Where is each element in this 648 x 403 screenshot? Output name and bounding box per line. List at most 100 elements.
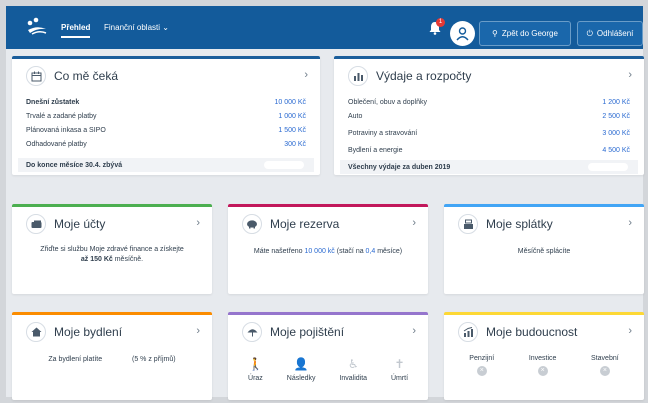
- card-title: Moje bydlení: [54, 325, 123, 339]
- summary-value-placeholder: [264, 161, 304, 169]
- chevron-right-icon[interactable]: ›: [304, 69, 308, 81]
- card-moje-splatky[interactable]: Moje splátky › Měsíčně splácíte: [444, 204, 644, 294]
- item-label: Stavební: [591, 355, 619, 362]
- item-label: Investice: [528, 355, 557, 362]
- row-label: Dnešní zůstatek: [26, 99, 80, 106]
- calendar-icon: [26, 66, 46, 86]
- card-description: Měsíčně splácíte: [517, 248, 571, 255]
- list-item: Plánovaná inkasa a SIPO 1 500 Kč: [26, 127, 306, 139]
- person-falling-icon: 🚶: [247, 357, 263, 371]
- piggy-bank-icon: [242, 214, 262, 234]
- notification-badge: 1: [436, 18, 445, 27]
- card-vydaje-a-rozpocty[interactable]: Výdaje a rozpočty › Oblečení, obuv a dop…: [334, 56, 644, 175]
- card-moje-budoucnost[interactable]: Moje budoucnost › Penzijní × Investice × S…: [444, 312, 644, 400]
- back-to-george-label: Zpět do George: [501, 29, 558, 38]
- avatar[interactable]: [450, 21, 475, 46]
- summary-value-placeholder: [588, 163, 628, 171]
- saved-amount: 10 000 kč: [304, 248, 335, 255]
- summary-label: Všechny výdaje za duben 2019: [348, 163, 451, 171]
- chevron-right-icon[interactable]: ›: [196, 217, 200, 229]
- saved-label: Máte našetřeno: [253, 248, 305, 255]
- wallet-card-icon: [26, 214, 46, 234]
- chevron-down-icon: ⌄: [162, 23, 169, 32]
- george-logo-icon[interactable]: [26, 17, 48, 37]
- row-label: Potraviny a stravování: [348, 130, 418, 137]
- row-value: 1 000 Kč: [278, 113, 306, 120]
- row-value: 2 500 Kč: [602, 113, 630, 120]
- chevron-right-icon[interactable]: ›: [628, 69, 632, 81]
- nav-financni-oblasti[interactable]: Finanční oblasti ⌄: [104, 23, 169, 32]
- chevron-right-icon[interactable]: ›: [196, 325, 200, 337]
- chevron-right-icon[interactable]: ›: [628, 325, 632, 337]
- future-item-penzijni[interactable]: Penzijní ×: [469, 355, 494, 376]
- summary-row: Všechny výdaje za duben 2019: [340, 160, 638, 174]
- card-title: Výdaje a rozpočty: [376, 69, 472, 83]
- wheelchair-icon: ♿: [347, 357, 359, 371]
- item-label: Penzijní: [469, 355, 495, 362]
- chevron-right-icon[interactable]: ›: [412, 325, 416, 337]
- summary-label: Do konce měsíce 30.4. zbývá: [26, 161, 123, 169]
- card-moje-ucty[interactable]: Moje účty › Zřiďte si službu Moje zdravé…: [12, 204, 212, 294]
- back-to-george-button[interactable]: ⚲ Zpět do George: [479, 21, 571, 46]
- item-label: Úmrtí: [390, 375, 409, 382]
- card-title: Moje účty: [54, 217, 106, 231]
- logout-label: Odhlášení: [596, 29, 634, 38]
- close-icon: ×: [537, 366, 548, 376]
- row-value: 300 Kč: [284, 141, 306, 148]
- future-item-investice[interactable]: Investice ×: [528, 355, 557, 376]
- future-item-stavebni[interactable]: Stavební ×: [591, 355, 619, 376]
- chevron-right-icon[interactable]: ›: [412, 217, 416, 229]
- card-co-me-ceka[interactable]: Co mě čeká › Dnešní zůstatek 10 000 Kč Tr…: [12, 56, 320, 175]
- description-line-1: Zřiďte si službu Moje zdravé finance a z…: [40, 246, 184, 253]
- location-pin-icon: ⚲: [492, 29, 498, 38]
- card-moje-rezerva[interactable]: Moje rezerva › Máte našetřeno 10 000 kč …: [228, 204, 428, 294]
- card-moje-pojisteni[interactable]: Moje pojištění › 🚶 Úraz 👤 Následky ♿ Invali…: [228, 312, 428, 400]
- bar-chart-icon: [348, 66, 368, 86]
- list-item: Oblečení, obuv a doplňky 1 200 Kč: [348, 99, 630, 111]
- logout-button[interactable]: ⏻ Odhlášení: [577, 21, 643, 46]
- housing-percent: (5 % z příjmů): [132, 356, 176, 363]
- insurance-item-uraz[interactable]: 🚶 Úraz: [248, 357, 263, 382]
- close-icon: ×: [599, 366, 610, 376]
- card-description: Máte našetřeno 10 000 kč (stačí na 0,4 m…: [236, 247, 420, 257]
- row-label: Trvalé a zadané platby: [26, 113, 97, 120]
- row-value: 10 000 Kč: [274, 99, 306, 106]
- item-label: Následky: [286, 375, 316, 382]
- housing-label: Za bydlení platíte: [48, 356, 103, 363]
- summary-row: Do konce měsíce 30.4. zbývá: [18, 158, 314, 172]
- card-description: Za bydlení platíte (5 % z příjmů): [20, 355, 204, 365]
- top-navigation-bar: Přehled Finanční oblasti ⌄ 1 ⚲ Zpět do G…: [6, 6, 643, 49]
- insurance-item-invalidita[interactable]: ♿ Invalidita: [339, 357, 367, 382]
- insurance-items: 🚶 Úraz 👤 Následky ♿ Invalidita ✝ Úmrtí: [236, 357, 420, 382]
- chevron-right-icon[interactable]: ›: [628, 217, 632, 229]
- insurance-item-umrti[interactable]: ✝ Úmrtí: [391, 357, 408, 382]
- row-label: Auto: [348, 113, 363, 120]
- card-title: Moje pojištění: [270, 325, 345, 339]
- bonus-amount: až 150 Kč: [80, 256, 113, 263]
- row-value: 1 200 Kč: [602, 99, 630, 106]
- list-item: Trvalé a zadané platby 1 000 Kč: [26, 113, 306, 125]
- saved-label-2: (stačí na: [334, 248, 366, 255]
- list-item: Auto 2 500 Kč: [348, 113, 630, 125]
- power-icon: ⏻: [586, 28, 593, 38]
- growth-chart-icon: [458, 322, 478, 342]
- cash-register-icon: [458, 214, 478, 234]
- saved-label-3: měsíce): [375, 248, 403, 255]
- umbrella-icon: [242, 322, 262, 342]
- person-standing-icon: 👤: [293, 357, 309, 371]
- card-moje-bydleni[interactable]: Moje bydlení › Za bydlení platíte (5 % z…: [12, 312, 212, 400]
- user-icon: [456, 27, 469, 41]
- home-icon: [26, 322, 46, 342]
- row-label: Oblečení, obuv a doplňky: [348, 99, 427, 106]
- item-label: Úraz: [248, 375, 263, 382]
- list-item: Bydlení a energie 4 500 Kč: [348, 147, 630, 159]
- row-label: Odhadované platby: [26, 141, 87, 148]
- row-value: 1 500 Kč: [278, 127, 306, 134]
- months-value: 0,4: [365, 248, 376, 255]
- insurance-item-nasledky[interactable]: 👤 Následky: [287, 357, 316, 382]
- card-title: Moje splátky: [486, 217, 553, 231]
- list-item: Dnešní zůstatek 10 000 Kč: [26, 99, 306, 111]
- row-value: 3 000 Kč: [602, 130, 630, 137]
- nav-prehled[interactable]: Přehled: [61, 23, 91, 38]
- row-label: Plánovaná inkasa a SIPO: [26, 127, 106, 134]
